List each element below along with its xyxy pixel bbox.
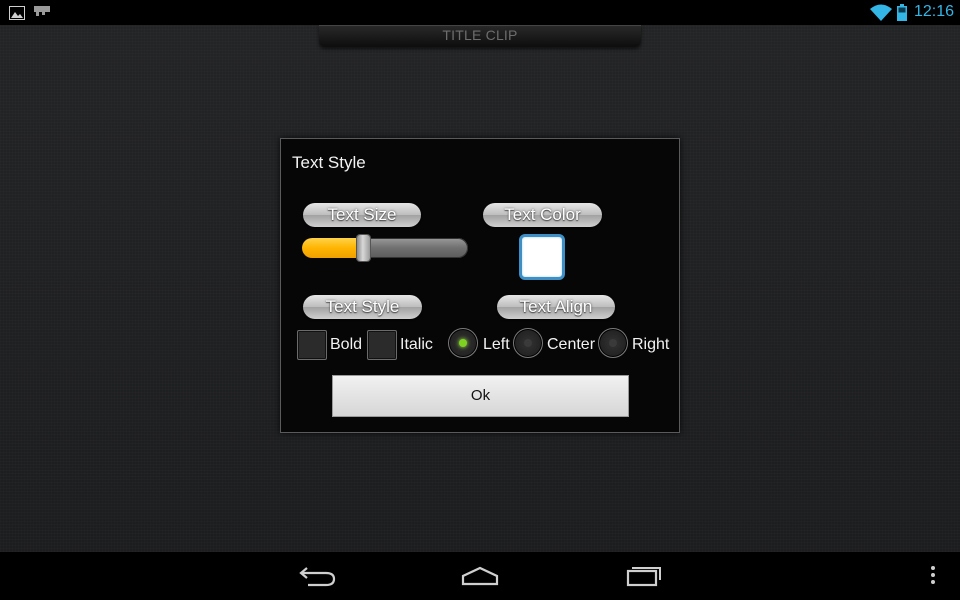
dialog-title: Text Style [292,153,366,172]
align-left-radio[interactable] [448,328,478,358]
navigation-bar [0,552,960,600]
recents-icon[interactable] [622,562,664,588]
title-clip-label: TITLE CLIP [442,27,518,43]
text-size-label: Text Size [303,203,421,227]
back-icon[interactable] [298,562,338,588]
align-center-label: Center [547,336,596,353]
text-size-slider[interactable] [302,238,468,258]
notification-icon [34,6,50,16]
overflow-menu-icon[interactable] [926,562,940,588]
battery-icon [897,4,907,21]
text-align-label: Text Align [497,295,615,319]
status-bar: 12:16 [0,0,960,25]
title-clip-tab[interactable]: TITLE CLIP [319,25,641,47]
text-style-dialog: Text Style Text Size Text Color Text Sty… [280,138,680,433]
wifi-icon [870,4,892,21]
gallery-icon [9,6,25,20]
text-style-label: Text Style [303,295,422,319]
text-color-swatch[interactable] [519,234,565,280]
text-size-slider-thumb[interactable] [357,235,370,261]
text-color-label: Text Color [483,203,602,227]
text-size-slider-fill [302,238,364,258]
radio-dot [459,339,467,347]
align-right-label: Right [632,336,670,353]
bold-label: Bold [330,336,363,353]
radio-dot [609,339,617,347]
italic-label: Italic [400,336,433,353]
align-left-label: Left [483,336,510,353]
align-center-radio[interactable] [513,328,543,358]
clock: 12:16 [914,3,955,20]
bold-checkbox[interactable] [297,330,327,360]
italic-checkbox[interactable] [367,330,397,360]
ok-button[interactable]: Ok [332,375,629,417]
align-right-radio[interactable] [598,328,628,358]
radio-dot [524,339,532,347]
home-icon[interactable] [459,562,501,588]
